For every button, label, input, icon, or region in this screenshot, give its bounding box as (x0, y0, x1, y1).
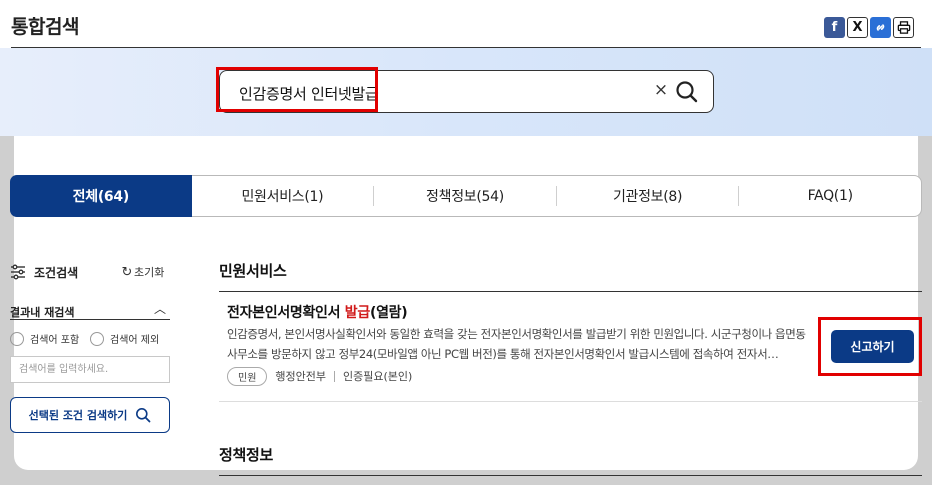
rescan-divider (10, 319, 170, 320)
reset-label: 초기화 (134, 266, 165, 279)
rescan-input[interactable]: 검색어를 입력하세요. (10, 356, 170, 383)
sliders-icon (11, 264, 25, 280)
exclude-label: 검색어 제외 (110, 335, 160, 346)
clear-icon[interactable]: × (653, 80, 669, 100)
tab-agency[interactable]: 기관정보(8) (557, 176, 739, 216)
section-divider (219, 291, 922, 292)
search-icon (136, 408, 151, 423)
rescan-header[interactable]: 결과내 재검색 ︿ (10, 301, 170, 319)
tab-policy[interactable]: 정책정보(54) (374, 176, 556, 216)
exclude-radio[interactable] (90, 331, 104, 346)
include-radio[interactable] (10, 331, 24, 346)
link-icon (876, 24, 885, 31)
search-icon[interactable] (674, 79, 700, 105)
refresh-icon: ↻ (121, 265, 133, 280)
result-tabs: 전체(64) 민원서비스(1) 정책정보(54) 기관정보(8) FAQ(1) (10, 175, 922, 217)
reset-button[interactable]: ↻ 초기화 (120, 264, 165, 280)
result-title-suffix: (열람) (369, 305, 408, 321)
tab-civil-service[interactable]: 민원서비스(1) (192, 176, 374, 216)
result-title-keyword: 발급 (344, 305, 370, 321)
section-divider (219, 475, 922, 476)
rescan-title: 결과내 재검색 (10, 306, 75, 319)
agency-name: 행정안전부 (275, 370, 327, 383)
page-title: 통합검색 (11, 16, 79, 38)
result-meta: 민원 행정안전부 인증필요(본인) (227, 366, 412, 386)
print-icon[interactable] (893, 17, 914, 38)
tab-faq[interactable]: FAQ(1) (739, 176, 921, 216)
filter-search-label: 선택된 조건 검색하기 (28, 409, 128, 422)
include-label: 검색어 포함 (30, 335, 80, 346)
filter-search-button[interactable]: 선택된 조건 검색하기 (10, 397, 170, 433)
button-highlight-box (818, 317, 922, 376)
facebook-share-icon[interactable]: f (824, 17, 845, 38)
page-background: 통합검색 f X 인감증명서 인터넷발급 × 전체(64) 민원서비스(1) 정… (0, 0, 932, 485)
tab-all[interactable]: 전체(64) (10, 175, 192, 217)
result-divider (219, 401, 922, 402)
result-description: 인감증명서, 본인서명사실확인서와 동일한 효력을 갖는 전자본인서명확인서를 … (227, 327, 806, 361)
category-tag: 민원 (227, 366, 268, 386)
include-option[interactable]: 검색어 포함 (10, 331, 79, 346)
printer-icon (897, 21, 910, 34)
chevron-up-icon[interactable]: ︿ (154, 300, 166, 317)
filter-title: 조건검색 (34, 266, 79, 280)
filter-header: 조건검색 ↻ 초기화 (10, 262, 170, 282)
result-title[interactable]: 전자본인서명확인서 발급(열람) (227, 302, 408, 322)
link-copy-icon[interactable] (870, 17, 891, 38)
requirement-text: 인증필요(본인) (343, 370, 413, 383)
top-bar: 통합검색 f X (0, 0, 932, 48)
exclude-option[interactable]: 검색어 제외 (90, 331, 159, 346)
section-title-civil: 민원서비스 (219, 262, 287, 280)
section-title-policy: 정책정보 (219, 446, 274, 464)
query-highlight-box (216, 67, 378, 112)
rescan-options: 검색어 포함 검색어 제외 (10, 331, 180, 347)
result-title-prefix: 전자본인서명확인서 (227, 305, 345, 321)
meta-divider (334, 370, 336, 382)
x-share-icon[interactable]: X (847, 17, 868, 38)
